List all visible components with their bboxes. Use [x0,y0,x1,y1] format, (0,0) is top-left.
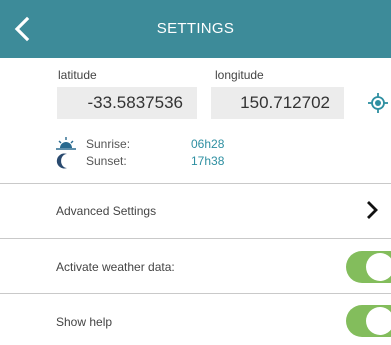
moon-icon [56,153,67,169]
weather-data-label: Activate weather data: [56,260,175,274]
toggle-knob [366,307,391,335]
page-title: SETTINGS [156,20,235,37]
sunset-value: 17h38 [191,154,225,168]
sunset-label: Sunset: [86,154,127,168]
longitude-field[interactable]: 150.712702 [211,87,344,119]
gps-locate-icon[interactable] [367,92,389,114]
divider [0,238,391,239]
sunrise-icon [56,137,76,150]
sunrise-label: Sunrise: [86,137,131,151]
header-bar: SETTINGS [0,0,391,58]
weather-data-toggle[interactable] [346,251,391,283]
latitude-field[interactable]: -33.5837536 [57,87,197,119]
divider [0,183,391,184]
toggle-knob [366,253,391,281]
advanced-settings-label[interactable]: Advanced Settings [56,204,156,218]
latitude-label: latitude [58,68,97,82]
show-help-label: Show help [56,315,113,329]
divider [0,293,391,294]
chevron-right-icon[interactable] [364,199,380,221]
sunrise-value: 06h28 [191,137,225,151]
show-help-toggle[interactable] [346,305,391,337]
longitude-label: longitude [215,68,264,82]
